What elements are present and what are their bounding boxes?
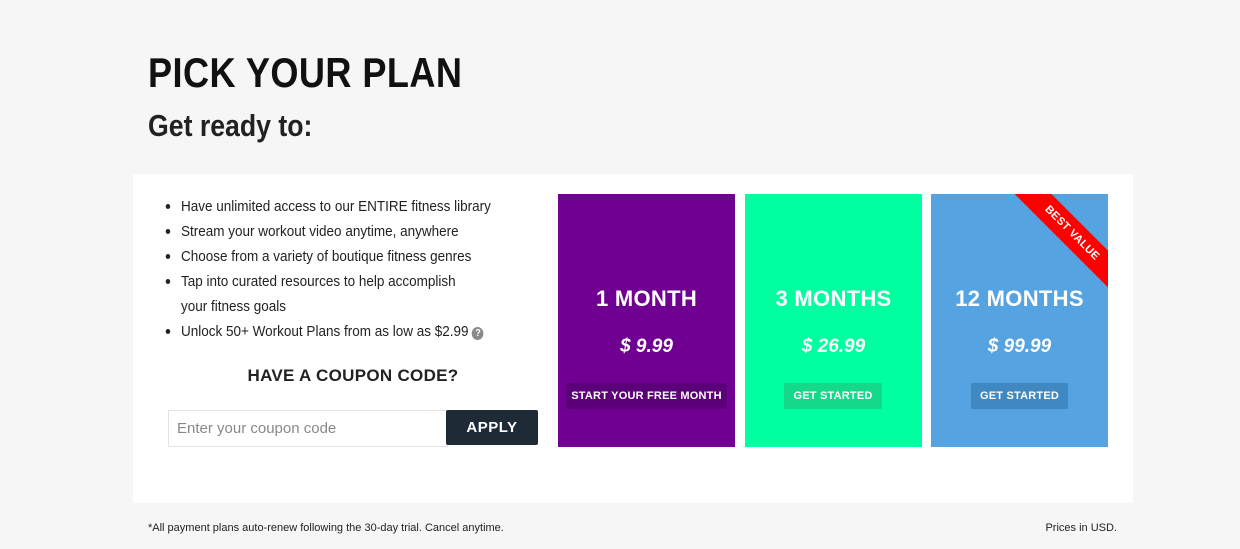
- get-started-button[interactable]: GET STARTED: [784, 383, 882, 409]
- feature-item: Tap into curated resources to help accom…: [163, 269, 460, 319]
- feature-list: Have unlimited access to our ENTIRE fitn…: [163, 194, 523, 344]
- plan-price: $ 99.99: [987, 336, 1052, 357]
- plan-name: 1 MONTH: [595, 286, 698, 311]
- feature-text: Unlock 50+ Workout Plans from as low as …: [181, 323, 469, 340]
- question-circle-icon[interactable]: ?: [472, 327, 484, 340]
- feature-item: Stream your workout video anytime, anywh…: [163, 219, 523, 244]
- plan-card-12-months: BEST VALUE 12 MONTHS $ 99.99 GET STARTED: [931, 194, 1108, 447]
- currency-note: Prices in USD.: [1045, 522, 1117, 534]
- feature-item: Have unlimited access to our ENTIRE fitn…: [163, 194, 523, 219]
- coupon-heading: HAVE A COUPON CODE?: [247, 366, 459, 385]
- plan-name: 12 MONTHS: [955, 286, 1084, 311]
- get-started-button[interactable]: GET STARTED: [971, 383, 1068, 409]
- plan-price: $ 26.99: [801, 336, 866, 357]
- plan-price: $ 9.99: [620, 336, 673, 357]
- start-free-month-button[interactable]: START YOUR FREE MONTH: [566, 383, 727, 409]
- plan-card-1-month: 1 MONTH $ 9.99 START YOUR FREE MONTH: [558, 194, 735, 447]
- page-title: PICK YOUR PLAN: [148, 49, 463, 96]
- plan-card-3-months: 3 MONTHS $ 26.99 GET STARTED: [745, 194, 922, 447]
- coupon-code-input[interactable]: [168, 410, 448, 447]
- auto-renew-note: *All payment plans auto-renew following …: [148, 522, 504, 534]
- feature-item: Unlock 50+ Workout Plans from as low as …: [163, 319, 523, 344]
- feature-item: Choose from a variety of boutique fitnes…: [163, 244, 523, 269]
- apply-coupon-button[interactable]: APPLY: [446, 410, 538, 445]
- best-value-badge: BEST VALUE: [1013, 194, 1108, 292]
- page-subtitle: Get ready to:: [148, 108, 313, 143]
- feature-text: Tap into curated resources to help accom…: [181, 273, 456, 315]
- plan-name: 3 MONTHS: [775, 286, 892, 311]
- plans-panel: Have unlimited access to our ENTIRE fitn…: [133, 174, 1133, 503]
